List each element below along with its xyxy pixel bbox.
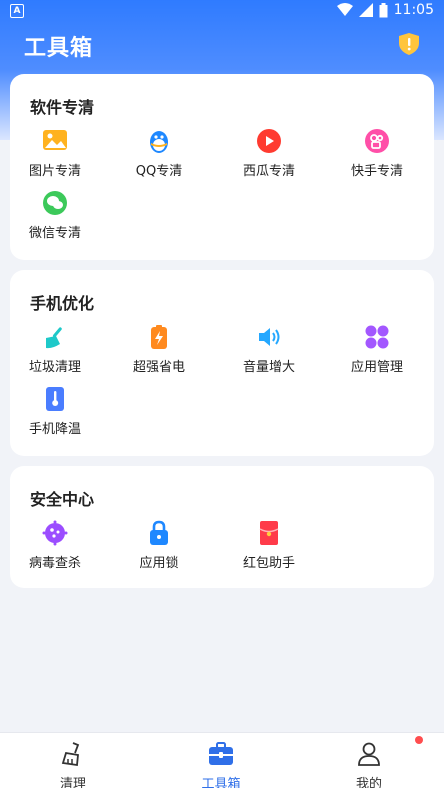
tool-power-save[interactable]: 超强省电: [114, 324, 204, 380]
tool-red-envelope[interactable]: 红包助手: [224, 520, 314, 576]
tool-junk-clean[interactable]: 垃圾清理: [10, 324, 100, 380]
status-bar: A 11:05: [0, 0, 444, 24]
nav-toolbox[interactable]: 工具箱: [176, 741, 266, 788]
apps-grid-icon: [365, 325, 389, 349]
tool-wechat-clean[interactable]: 微信专清: [10, 190, 100, 246]
tool-label: 快手专清: [350, 164, 403, 179]
tool-phone-cool[interactable]: 手机降温: [10, 386, 100, 442]
battery-icon: [151, 325, 167, 349]
tool-xigua-clean[interactable]: 西瓜专清: [224, 128, 314, 184]
speaker-icon: [259, 328, 280, 346]
thermometer-icon: [46, 387, 64, 411]
play-icon: [257, 129, 281, 153]
wifi-icon: [336, 3, 353, 16]
tool-app-lock[interactable]: 应用锁: [114, 520, 204, 576]
signal-icon: [358, 3, 373, 17]
nav-profile[interactable]: 我的: [324, 741, 414, 788]
tool-label: 西瓜专清: [242, 164, 295, 179]
clock-time: 11:05: [393, 2, 434, 18]
section-security: 安全中心 病毒查杀 应用锁 红包助手: [10, 466, 434, 588]
section-title: 手机优化: [30, 294, 95, 313]
toolbox-icon: [209, 742, 233, 765]
tool-volume-boost[interactable]: 音量增大: [224, 324, 314, 380]
tool-image-clean[interactable]: 图片专清: [10, 128, 100, 184]
tool-qq-clean[interactable]: QQ专清: [114, 128, 204, 184]
section-phone-optimize: 手机优化 垃圾清理 超强省电 音量增大 应用管理 手机降温: [10, 270, 434, 456]
tool-label: 垃圾清理: [28, 360, 81, 375]
tool-label: 超强省电: [132, 360, 185, 375]
bottom-nav: 清理 工具箱 我的: [0, 732, 444, 788]
wechat-icon: [43, 191, 67, 215]
nav-label: 我的: [355, 777, 382, 788]
broom-icon: [61, 742, 80, 767]
nav-label: 工具箱: [201, 777, 241, 788]
tool-label: 微信专清: [28, 226, 81, 241]
tool-label: 手机降温: [28, 422, 81, 437]
tool-kuaishou-clean[interactable]: 快手专清: [332, 128, 422, 184]
tool-label: 音量增大: [242, 360, 295, 375]
nav-clean[interactable]: 清理: [28, 741, 118, 788]
image-icon: [43, 130, 67, 150]
page-title: 工具箱: [24, 36, 94, 61]
section-title: 软件专清: [30, 98, 95, 117]
user-icon: [358, 742, 380, 766]
tool-virus-scan[interactable]: 病毒查杀: [10, 520, 100, 576]
tool-label: 图片专清: [28, 164, 81, 179]
broom-icon: [46, 327, 62, 349]
tool-label: 红包助手: [242, 556, 295, 571]
kuaishou-icon: [365, 129, 389, 153]
red-envelope-icon: [259, 521, 279, 545]
tool-label: 应用管理: [350, 360, 403, 375]
notification-dot: [415, 736, 423, 744]
section-title: 安全中心: [30, 490, 95, 509]
shield-icon[interactable]: [398, 32, 420, 56]
lock-icon: [150, 520, 168, 545]
nav-label: 清理: [59, 777, 86, 788]
tool-label: 病毒查杀: [28, 556, 81, 571]
virus-icon: [42, 520, 68, 546]
tool-label: QQ专清: [135, 164, 183, 179]
app-notification-icon: A: [10, 4, 24, 18]
tool-label: 应用锁: [139, 556, 179, 571]
qq-penguin-icon: [150, 131, 168, 153]
battery-status-icon: [379, 2, 388, 17]
section-software-clean: 软件专清 图片专清 QQ专清 西瓜专清 快手专清 微信专清: [10, 74, 434, 260]
tool-app-manage[interactable]: 应用管理: [332, 324, 422, 380]
